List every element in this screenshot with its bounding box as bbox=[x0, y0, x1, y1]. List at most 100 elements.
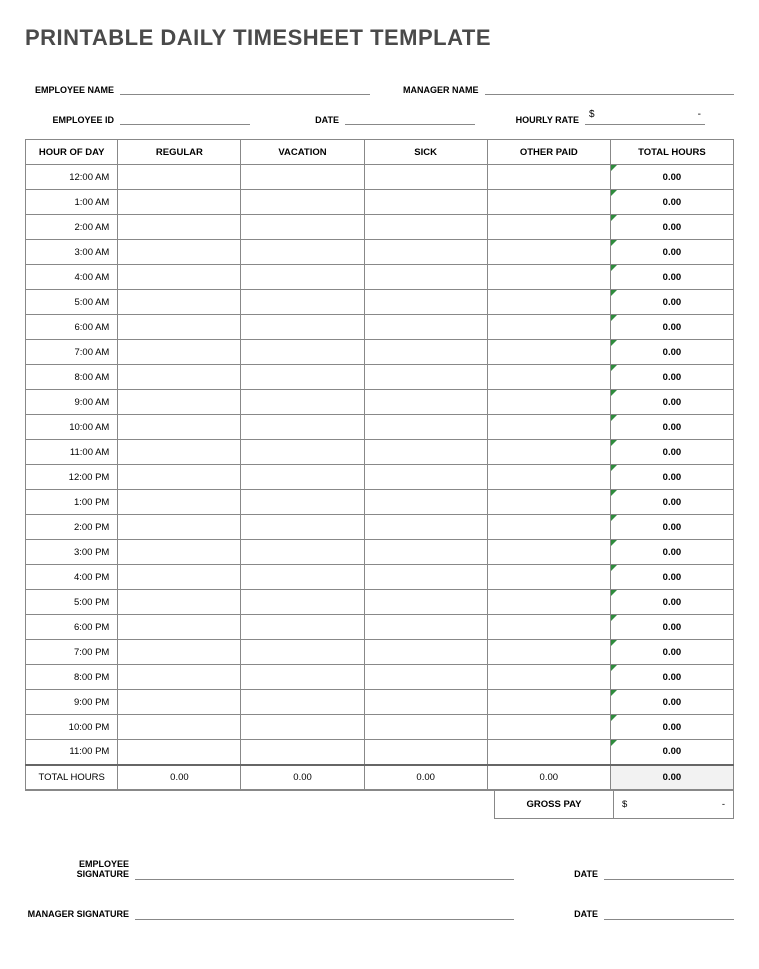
cell-other[interactable] bbox=[487, 215, 610, 240]
cell-vacation[interactable] bbox=[241, 315, 364, 340]
cell-vacation[interactable] bbox=[241, 590, 364, 615]
cell-other[interactable] bbox=[487, 715, 610, 740]
cell-other[interactable] bbox=[487, 165, 610, 190]
cell-sick[interactable] bbox=[364, 165, 487, 190]
cell-other[interactable] bbox=[487, 540, 610, 565]
cell-vacation[interactable] bbox=[241, 190, 364, 215]
cell-regular[interactable] bbox=[118, 265, 241, 290]
cell-vacation[interactable] bbox=[241, 265, 364, 290]
cell-other[interactable] bbox=[487, 290, 610, 315]
manager-sig-date-field[interactable] bbox=[604, 904, 734, 920]
cell-regular[interactable] bbox=[118, 390, 241, 415]
cell-other[interactable] bbox=[487, 690, 610, 715]
cell-other[interactable] bbox=[487, 615, 610, 640]
employee-signature-field[interactable] bbox=[135, 864, 514, 880]
cell-sick[interactable] bbox=[364, 740, 487, 765]
cell-vacation[interactable] bbox=[241, 740, 364, 765]
cell-regular[interactable] bbox=[118, 240, 241, 265]
cell-vacation[interactable] bbox=[241, 640, 364, 665]
cell-regular[interactable] bbox=[118, 465, 241, 490]
cell-vacation[interactable] bbox=[241, 490, 364, 515]
cell-regular[interactable] bbox=[118, 315, 241, 340]
cell-sick[interactable] bbox=[364, 240, 487, 265]
cell-regular[interactable] bbox=[118, 540, 241, 565]
employee-sig-date-field[interactable] bbox=[604, 864, 734, 880]
cell-regular[interactable] bbox=[118, 365, 241, 390]
cell-sick[interactable] bbox=[364, 390, 487, 415]
cell-regular[interactable] bbox=[118, 490, 241, 515]
cell-regular[interactable] bbox=[118, 665, 241, 690]
cell-other[interactable] bbox=[487, 415, 610, 440]
cell-other[interactable] bbox=[487, 590, 610, 615]
cell-other[interactable] bbox=[487, 740, 610, 765]
cell-regular[interactable] bbox=[118, 640, 241, 665]
cell-vacation[interactable] bbox=[241, 390, 364, 415]
cell-sick[interactable] bbox=[364, 440, 487, 465]
cell-vacation[interactable] bbox=[241, 215, 364, 240]
cell-vacation[interactable] bbox=[241, 515, 364, 540]
cell-regular[interactable] bbox=[118, 615, 241, 640]
cell-vacation[interactable] bbox=[241, 715, 364, 740]
cell-vacation[interactable] bbox=[241, 665, 364, 690]
cell-other[interactable] bbox=[487, 490, 610, 515]
cell-regular[interactable] bbox=[118, 690, 241, 715]
cell-sick[interactable] bbox=[364, 515, 487, 540]
cell-other[interactable] bbox=[487, 365, 610, 390]
date-field[interactable] bbox=[345, 109, 475, 125]
cell-vacation[interactable] bbox=[241, 290, 364, 315]
cell-regular[interactable] bbox=[118, 440, 241, 465]
cell-other[interactable] bbox=[487, 190, 610, 215]
cell-sick[interactable] bbox=[364, 365, 487, 390]
cell-other[interactable] bbox=[487, 315, 610, 340]
cell-sick[interactable] bbox=[364, 615, 487, 640]
cell-regular[interactable] bbox=[118, 340, 241, 365]
cell-vacation[interactable] bbox=[241, 540, 364, 565]
cell-regular[interactable] bbox=[118, 715, 241, 740]
cell-vacation[interactable] bbox=[241, 240, 364, 265]
employee-name-field[interactable] bbox=[120, 79, 370, 95]
cell-vacation[interactable] bbox=[241, 415, 364, 440]
cell-regular[interactable] bbox=[118, 190, 241, 215]
cell-vacation[interactable] bbox=[241, 690, 364, 715]
cell-vacation[interactable] bbox=[241, 465, 364, 490]
cell-other[interactable] bbox=[487, 515, 610, 540]
cell-regular[interactable] bbox=[118, 565, 241, 590]
cell-regular[interactable] bbox=[118, 215, 241, 240]
cell-other[interactable] bbox=[487, 390, 610, 415]
cell-sick[interactable] bbox=[364, 215, 487, 240]
cell-vacation[interactable] bbox=[241, 165, 364, 190]
cell-sick[interactable] bbox=[364, 715, 487, 740]
employee-id-field[interactable] bbox=[120, 109, 250, 125]
cell-other[interactable] bbox=[487, 465, 610, 490]
cell-sick[interactable] bbox=[364, 315, 487, 340]
cell-regular[interactable] bbox=[118, 740, 241, 765]
cell-vacation[interactable] bbox=[241, 440, 364, 465]
cell-sick[interactable] bbox=[364, 490, 487, 515]
cell-sick[interactable] bbox=[364, 690, 487, 715]
cell-other[interactable] bbox=[487, 640, 610, 665]
cell-regular[interactable] bbox=[118, 590, 241, 615]
cell-other[interactable] bbox=[487, 565, 610, 590]
cell-sick[interactable] bbox=[364, 340, 487, 365]
cell-sick[interactable] bbox=[364, 465, 487, 490]
cell-sick[interactable] bbox=[364, 565, 487, 590]
cell-sick[interactable] bbox=[364, 190, 487, 215]
cell-sick[interactable] bbox=[364, 290, 487, 315]
cell-vacation[interactable] bbox=[241, 340, 364, 365]
cell-sick[interactable] bbox=[364, 265, 487, 290]
cell-vacation[interactable] bbox=[241, 615, 364, 640]
cell-regular[interactable] bbox=[118, 515, 241, 540]
cell-other[interactable] bbox=[487, 265, 610, 290]
cell-sick[interactable] bbox=[364, 540, 487, 565]
hourly-rate-field[interactable]: $ - bbox=[585, 109, 705, 125]
cell-sick[interactable] bbox=[364, 665, 487, 690]
cell-other[interactable] bbox=[487, 440, 610, 465]
cell-vacation[interactable] bbox=[241, 365, 364, 390]
cell-sick[interactable] bbox=[364, 590, 487, 615]
cell-regular[interactable] bbox=[118, 415, 241, 440]
manager-name-field[interactable] bbox=[485, 79, 735, 95]
manager-signature-field[interactable] bbox=[135, 904, 514, 920]
cell-sick[interactable] bbox=[364, 640, 487, 665]
cell-other[interactable] bbox=[487, 665, 610, 690]
cell-regular[interactable] bbox=[118, 165, 241, 190]
